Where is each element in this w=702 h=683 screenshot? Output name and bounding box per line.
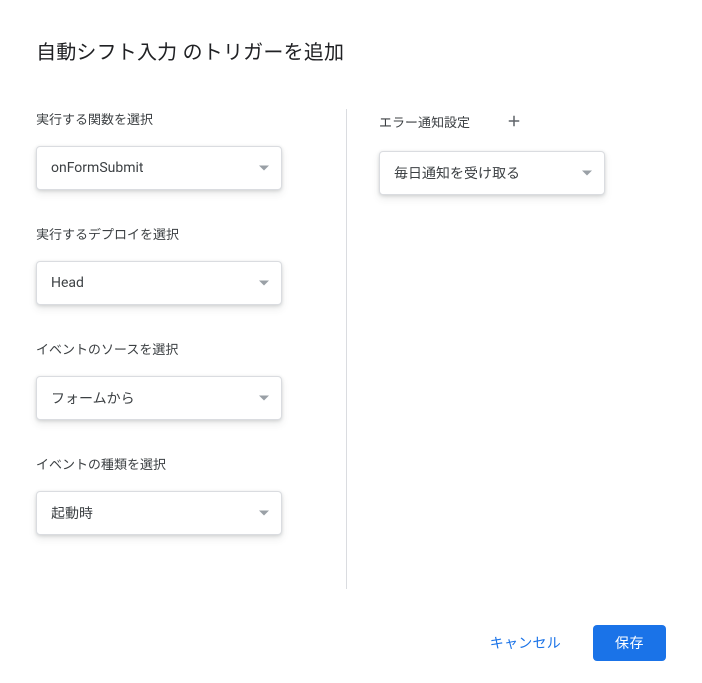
field-deploy: 実行するデプロイを選択 Head <box>36 224 314 305</box>
column-left: 実行する関数を選択 onFormSubmit 実行するデプロイを選択 Head … <box>36 109 346 589</box>
function-select-value: onFormSubmit <box>51 160 143 176</box>
chevron-down-icon <box>582 171 592 176</box>
save-button[interactable]: 保存 <box>593 625 666 661</box>
field-event-type: イベントの種類を選択 起動時 <box>36 454 314 535</box>
deploy-select[interactable]: Head <box>36 261 282 305</box>
function-select-label: 実行する関数を選択 <box>36 109 314 128</box>
event-type-select-label: イベントの種類を選択 <box>36 454 314 473</box>
event-source-select[interactable]: フォームから <box>36 376 282 420</box>
error-notification-header: エラー通知設定 <box>379 109 666 133</box>
dialog-title: 自動シフト入力 のトリガーを追加 <box>36 36 666 65</box>
plus-icon <box>505 112 523 130</box>
chevron-down-icon <box>259 511 269 516</box>
dialog-footer: キャンセル 保存 <box>482 625 666 661</box>
column-right: エラー通知設定 毎日通知を受け取る <box>379 109 666 589</box>
error-notification-select[interactable]: 毎日通知を受け取る <box>379 151 605 195</box>
error-notification-label: エラー通知設定 <box>379 112 470 131</box>
deploy-select-value: Head <box>51 275 84 291</box>
event-type-select-value: 起動時 <box>51 503 93 523</box>
add-trigger-dialog: 自動シフト入力 のトリガーを追加 実行する関数を選択 onFormSubmit … <box>0 0 702 683</box>
column-divider <box>346 109 347 589</box>
chevron-down-icon <box>259 281 269 286</box>
event-source-select-value: フォームから <box>51 388 135 408</box>
field-function: 実行する関数を選択 onFormSubmit <box>36 109 314 190</box>
chevron-down-icon <box>259 166 269 171</box>
event-type-select[interactable]: 起動時 <box>36 491 282 535</box>
chevron-down-icon <box>259 396 269 401</box>
add-notification-button[interactable] <box>502 109 526 133</box>
field-event-source: イベントのソースを選択 フォームから <box>36 339 314 420</box>
function-select[interactable]: onFormSubmit <box>36 146 282 190</box>
error-notification-select-value: 毎日通知を受け取る <box>394 163 520 183</box>
deploy-select-label: 実行するデプロイを選択 <box>36 224 314 243</box>
dialog-columns: 実行する関数を選択 onFormSubmit 実行するデプロイを選択 Head … <box>36 109 666 589</box>
event-source-select-label: イベントのソースを選択 <box>36 339 314 358</box>
cancel-button[interactable]: キャンセル <box>482 625 569 661</box>
